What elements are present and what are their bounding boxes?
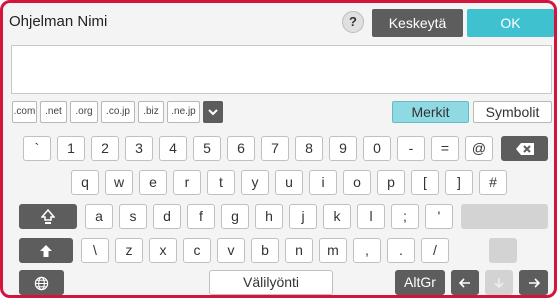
up-arrow-button (489, 238, 517, 263)
globe-icon (34, 276, 49, 290)
domain-key-nejp[interactable]: .ne.jp (167, 101, 200, 123)
key-x[interactable]: x (149, 238, 177, 263)
key-h[interactable]: h (255, 204, 283, 229)
key-m[interactable]: m (319, 238, 347, 263)
key-k[interactable]: k (323, 204, 351, 229)
key-u[interactable]: u (275, 170, 303, 195)
dialog-header: Ohjelman Nimi ? Keskeytä OK (5, 6, 554, 45)
key-backtick[interactable]: ` (23, 136, 51, 161)
key-period[interactable]: . (387, 238, 415, 263)
key-s[interactable]: s (119, 204, 147, 229)
expand-domains-button[interactable] (203, 101, 223, 123)
chevron-down-icon (208, 109, 218, 116)
key-row-3: a s d f g h j k l ; ' (3, 204, 554, 229)
key-row-5: Välilyönti AltGr (3, 270, 554, 295)
backspace-button[interactable] (501, 136, 548, 161)
cancel-button[interactable]: Keskeytä (372, 9, 463, 37)
key-n[interactable]: n (285, 238, 313, 263)
key-left-bracket[interactable]: [ (411, 170, 439, 195)
caps-lock-icon (41, 209, 55, 225)
key-5[interactable]: 5 (193, 136, 221, 161)
key-row-1: ` 1 2 3 4 5 6 7 8 9 0 - = @ (3, 136, 554, 161)
merkit-button[interactable]: Merkit (392, 101, 469, 123)
key-w[interactable]: w (105, 170, 133, 195)
key-b[interactable]: b (251, 238, 279, 263)
domain-row: .com .net .org .co.jp .biz .ne.jp Merkit… (3, 101, 554, 123)
key-comma[interactable]: , (353, 238, 381, 263)
key-r[interactable]: r (173, 170, 201, 195)
key-2[interactable]: 2 (91, 136, 119, 161)
help-button[interactable]: ? (342, 11, 364, 33)
backspace-icon (515, 143, 534, 156)
down-arrow-button (485, 270, 513, 295)
key-d[interactable]: d (153, 204, 181, 229)
key-equals[interactable]: = (431, 136, 459, 161)
key-i[interactable]: i (309, 170, 337, 195)
key-backslash[interactable]: \ (81, 238, 109, 263)
key-6[interactable]: 6 (227, 136, 255, 161)
key-hash[interactable]: # (479, 170, 507, 195)
key-c[interactable]: c (183, 238, 211, 263)
key-7[interactable]: 7 (261, 136, 289, 161)
shift-button[interactable] (19, 238, 73, 263)
key-slash[interactable]: / (421, 238, 449, 263)
keyboard-dialog: Ohjelman Nimi ? Keskeytä OK .com .net .o… (0, 0, 557, 298)
domain-key-net[interactable]: .net (40, 101, 67, 123)
arrow-right-icon (528, 278, 540, 288)
ok-button[interactable]: OK (467, 9, 554, 37)
key-f[interactable]: f (187, 204, 215, 229)
shift-icon (40, 245, 52, 258)
arrow-left-icon (459, 278, 470, 288)
key-a[interactable]: a (85, 204, 113, 229)
key-0[interactable]: 0 (363, 136, 391, 161)
key-row-2: q w e r t y u i o p [ ] # (3, 170, 554, 195)
text-input[interactable] (11, 45, 552, 94)
domain-key-cojp[interactable]: .co.jp (101, 101, 135, 123)
key-8[interactable]: 8 (295, 136, 323, 161)
key-right-bracket[interactable]: ] (445, 170, 473, 195)
key-1[interactable]: 1 (57, 136, 85, 161)
key-e[interactable]: e (139, 170, 167, 195)
right-arrow-button[interactable] (519, 270, 548, 295)
key-o[interactable]: o (343, 170, 371, 195)
arrow-down-icon (494, 278, 504, 289)
key-semicolon[interactable]: ; (391, 204, 419, 229)
domain-key-biz[interactable]: .biz (138, 101, 164, 123)
key-4[interactable]: 4 (159, 136, 187, 161)
caps-lock-button[interactable] (19, 204, 77, 229)
domain-key-com[interactable]: .com (12, 101, 37, 123)
key-t[interactable]: t (207, 170, 235, 195)
left-arrow-button[interactable] (451, 270, 479, 295)
key-p[interactable]: p (377, 170, 405, 195)
key-g[interactable]: g (221, 204, 249, 229)
enter-button (461, 204, 548, 229)
dialog-title: Ohjelman Nimi (9, 13, 108, 30)
key-row-4: \ z x c v b n m , . / (3, 238, 554, 263)
symbolit-button[interactable]: Symbolit (473, 101, 552, 123)
space-bar[interactable]: Välilyönti (209, 270, 333, 295)
key-l[interactable]: l (357, 204, 385, 229)
key-at[interactable]: @ (465, 136, 493, 161)
key-9[interactable]: 9 (329, 136, 357, 161)
key-z[interactable]: z (115, 238, 143, 263)
language-button[interactable] (19, 270, 64, 295)
key-apostrophe[interactable]: ' (425, 204, 453, 229)
key-q[interactable]: q (71, 170, 99, 195)
domain-key-org[interactable]: .org (70, 101, 98, 123)
altgr-button[interactable]: AltGr (395, 270, 445, 295)
key-3[interactable]: 3 (125, 136, 153, 161)
key-y[interactable]: y (241, 170, 269, 195)
key-j[interactable]: j (289, 204, 317, 229)
key-v[interactable]: v (217, 238, 245, 263)
key-minus[interactable]: - (397, 136, 425, 161)
